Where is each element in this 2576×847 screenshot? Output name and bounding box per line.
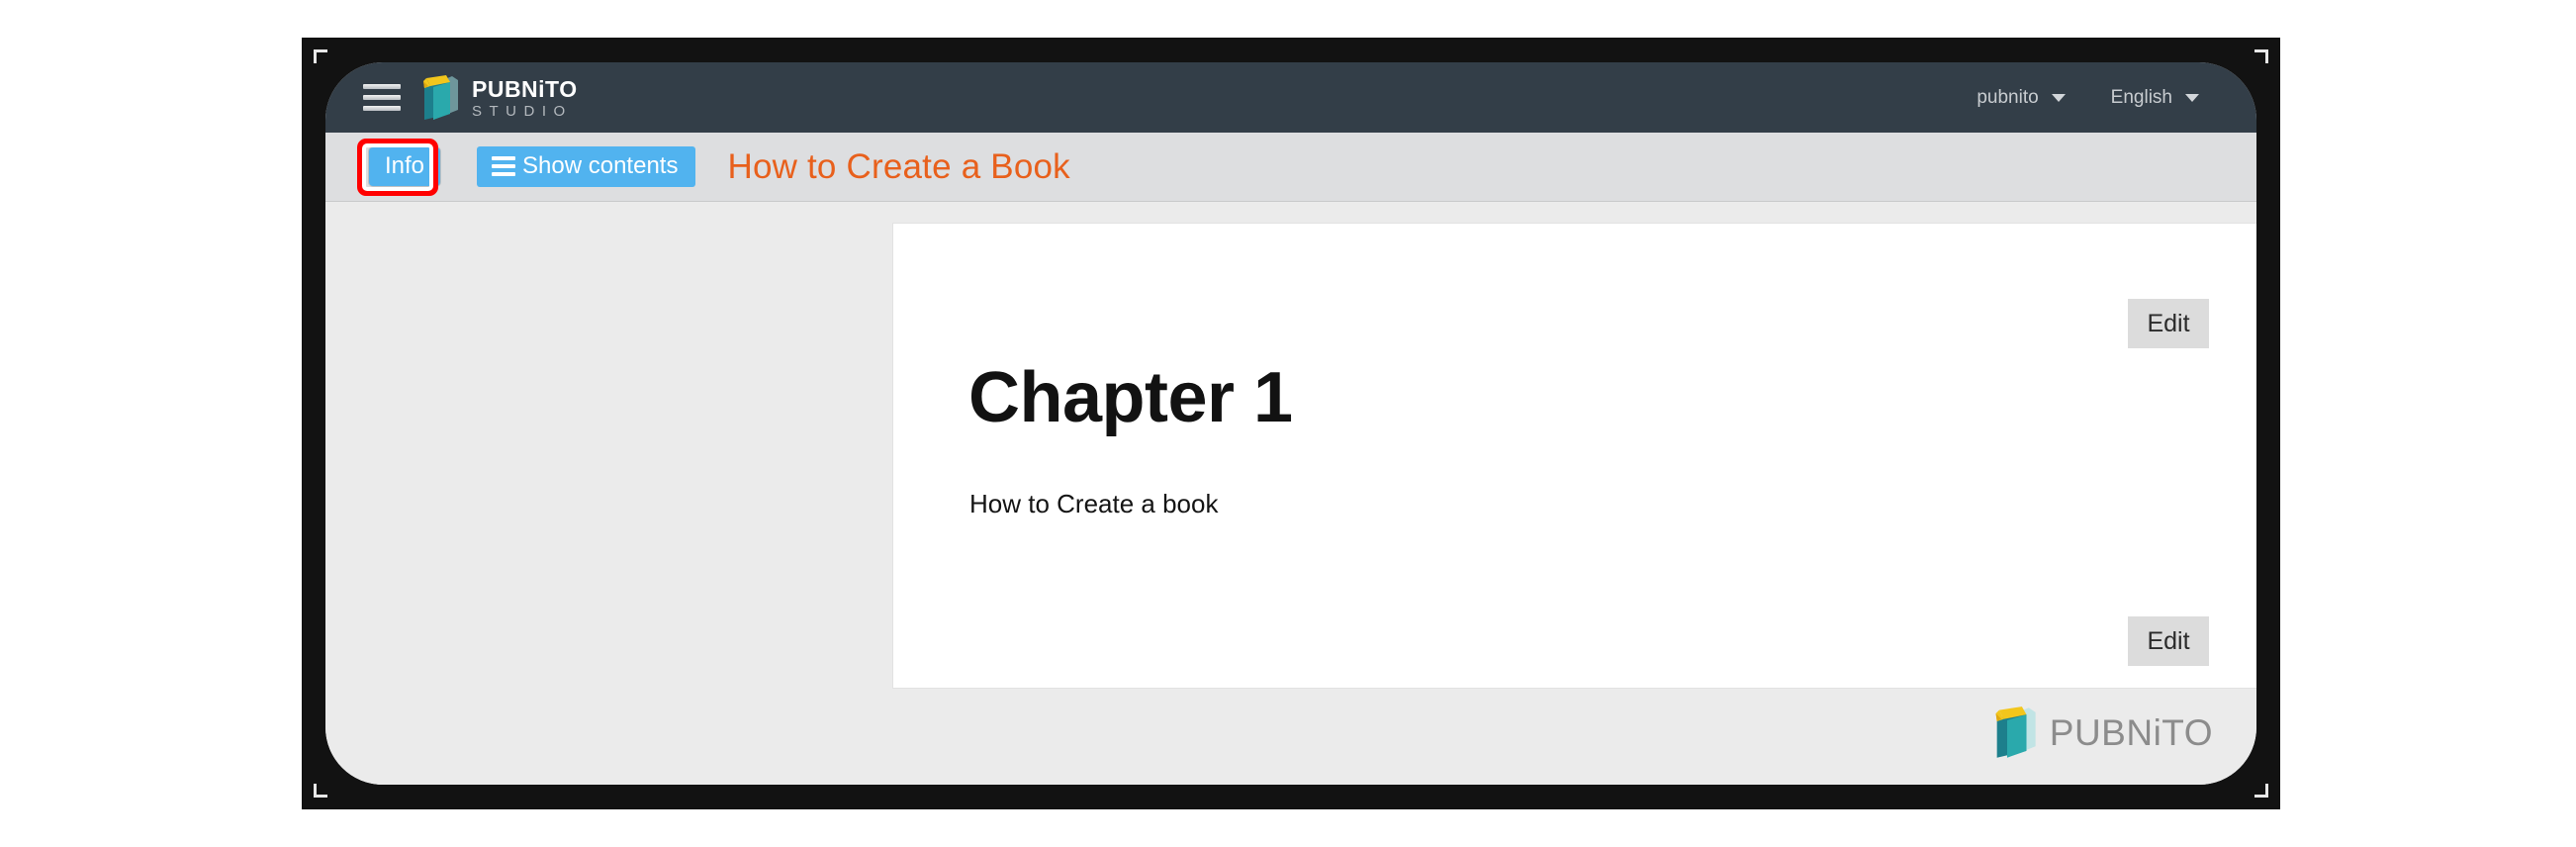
hamburger-line bbox=[363, 84, 401, 89]
hamburger-line bbox=[363, 95, 401, 100]
app-window: PUBNiTO STUDIO pubnito English Info Show… bbox=[325, 62, 2256, 785]
chapter-body-text: How to Create a book bbox=[969, 489, 1219, 518]
show-contents-label: Show contents bbox=[522, 151, 679, 179]
screenshot-frame: PUBNiTO STUDIO pubnito English Info Show… bbox=[302, 38, 2280, 809]
header-right-group: pubnito English bbox=[1977, 87, 2199, 109]
corner-marker-top-left bbox=[314, 49, 327, 63]
brand-logo[interactable]: PUBNiTO STUDIO bbox=[420, 74, 578, 122]
corner-marker-top-right bbox=[2254, 49, 2268, 63]
list-line bbox=[492, 171, 516, 176]
language-menu-label: English bbox=[2110, 86, 2172, 108]
account-menu-label: pubnito bbox=[1977, 86, 2039, 108]
info-button[interactable]: Info bbox=[368, 145, 442, 188]
language-menu[interactable]: English bbox=[2111, 87, 2199, 109]
brand-subtitle: STUDIO bbox=[472, 103, 573, 120]
app-header: PUBNiTO STUDIO pubnito English bbox=[325, 62, 2256, 133]
list-line bbox=[492, 155, 516, 160]
page-card: Edit Chapter 1 How to Create a book Edit bbox=[892, 223, 2256, 689]
corner-marker-bottom-left bbox=[314, 784, 327, 798]
hamburger-menu-icon[interactable] bbox=[363, 84, 401, 111]
content-area: Edit Chapter 1 How to Create a book Edit bbox=[325, 202, 2256, 785]
brand-name: PUBNiTO bbox=[472, 76, 578, 102]
pubnito-book-logo-icon bbox=[1992, 706, 2038, 760]
show-contents-button[interactable]: Show contents bbox=[477, 145, 696, 188]
chevron-down-icon bbox=[2051, 93, 2066, 102]
hamburger-line bbox=[363, 106, 401, 111]
pubnito-watermark: PUBNiTO bbox=[1992, 706, 2213, 760]
chevron-down-icon bbox=[2185, 93, 2199, 102]
account-menu[interactable]: pubnito bbox=[1977, 86, 2066, 109]
corner-marker-bottom-right bbox=[2254, 784, 2268, 798]
list-lines-icon bbox=[492, 155, 516, 176]
document-toolbar: Info Show contents How to Create a Book bbox=[325, 133, 2256, 202]
document-title: How to Create a Book bbox=[727, 146, 1070, 186]
list-line bbox=[492, 163, 516, 168]
chapter-heading: Chapter 1 bbox=[968, 358, 1293, 437]
watermark-text: PUBNiTO bbox=[2049, 711, 2213, 753]
edit-button-top[interactable]: Edit bbox=[2128, 299, 2209, 348]
brand-text: PUBNiTO STUDIO bbox=[472, 76, 578, 120]
pubnito-book-logo-icon bbox=[420, 74, 460, 122]
edit-button-bottom[interactable]: Edit bbox=[2128, 616, 2209, 666]
